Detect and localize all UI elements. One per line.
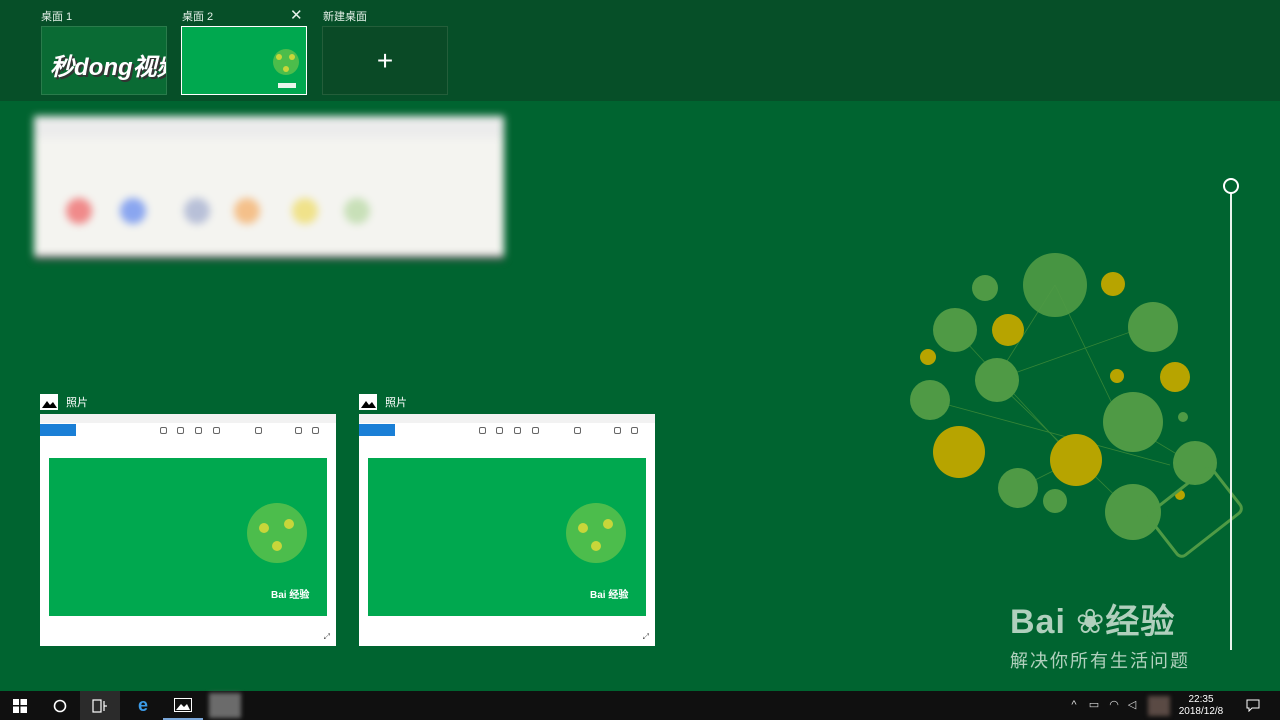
expand-icon[interactable]: ⤢ [643,632,649,642]
new-desktop-button[interactable]: + [322,26,448,95]
expand-icon[interactable]: ⤢ [324,632,330,642]
zoom-icon [479,427,486,434]
edit-icon [574,427,581,434]
desktop-1-label: 桌面 1 [41,11,73,23]
window-preview[interactable]: Bai 经验 ⤢ [359,414,655,646]
share-icon [614,427,621,434]
blurred-app-icon [209,693,241,718]
photos-window-2[interactable]: 照片 Bai 经验 ⤢ [359,392,655,646]
edge-icon: e [137,695,148,715]
volume-icon[interactable]: ◁ [1126,699,1138,711]
lightbulb-decoration-icon [910,253,1243,558]
start-button[interactable] [0,691,40,720]
timeline-handle[interactable] [1223,178,1239,194]
edit-icon [255,427,262,434]
photo-content: Bai 经验 [49,458,327,616]
photos-app-icon [40,394,58,410]
taskbar: e ^ ▭ ◠ ◁ 22:35 2018/12/8 [0,691,1280,720]
timeline-track[interactable] [1230,192,1232,650]
lightbulb-graphic-icon [273,49,299,88]
desktop-2-thumbnail[interactable] [181,26,307,95]
battery-icon[interactable]: ▭ [1088,699,1100,711]
baidu-jingyan-watermark: Bai ❀经验 解决你所有生活问题 [1010,594,1190,673]
rotate-icon [213,427,220,434]
chevron-up-icon[interactable]: ^ [1068,699,1080,711]
clock[interactable]: 22:35 2018/12/8 [1176,694,1226,718]
zoom-icon [160,427,167,434]
photo-content: Bai 经验 [368,458,646,616]
window-title: 照片 [66,397,88,409]
photos-taskbar-button[interactable] [163,691,203,720]
rotate-icon [532,427,539,434]
search-button[interactable] [40,691,80,720]
desktop-2-label: 桌面 2 [182,11,214,23]
action-center-icon[interactable] [1246,699,1260,713]
video-watermark-logo: 秒dong视频 [50,54,166,81]
task-view-icon [92,698,107,713]
svg-text:Bai 经验: Bai 经验 [271,588,310,601]
new-desktop-label: 新建桌面 [323,11,367,23]
print-icon [312,427,319,434]
task-view-button[interactable] [80,691,120,720]
delete-icon [177,427,184,434]
svg-text:Bai 经验: Bai 经验 [590,588,629,601]
blurred-tray-icon[interactable] [1148,696,1170,716]
print-icon [631,427,638,434]
wifi-icon[interactable]: ◠ [1108,699,1120,711]
edge-browser-button[interactable]: e [123,691,163,720]
window-title-bar: 照片 [40,392,336,412]
toolbar-chip [359,424,395,436]
window-title-bar: 照片 [359,392,655,412]
plus-icon: + [376,44,394,76]
clock-date: 2018/12/8 [1178,706,1224,717]
window-preview[interactable]: Bai 经验 ⤢ [40,414,336,646]
photos-app-icon [359,394,377,410]
watermark-logo: Bai ❀经验 [1010,603,1176,641]
delete-icon [496,427,503,434]
windows-logo-icon [13,698,27,713]
watermark-tagline: 解决你所有生活问题 [1010,651,1190,671]
blurred-browser-window[interactable] [34,116,504,260]
photos-window-1[interactable]: 照片 Bai 经验 ⤢ [40,392,336,646]
blurred-app-button[interactable] [205,691,245,720]
desktop-1-thumbnail[interactable]: 秒dong视频 [41,26,167,95]
toolbar-chip [40,424,76,436]
window-title: 照片 [385,397,407,409]
cortana-circle-icon [53,699,67,712]
heart-icon [514,427,521,434]
share-icon [295,427,302,434]
clock-time: 22:35 [1188,694,1214,705]
close-desktop-icon[interactable]: ✕ [290,6,303,24]
photos-icon [174,697,192,712]
heart-icon [195,427,202,434]
paw-icon: ❀ [1075,603,1106,641]
